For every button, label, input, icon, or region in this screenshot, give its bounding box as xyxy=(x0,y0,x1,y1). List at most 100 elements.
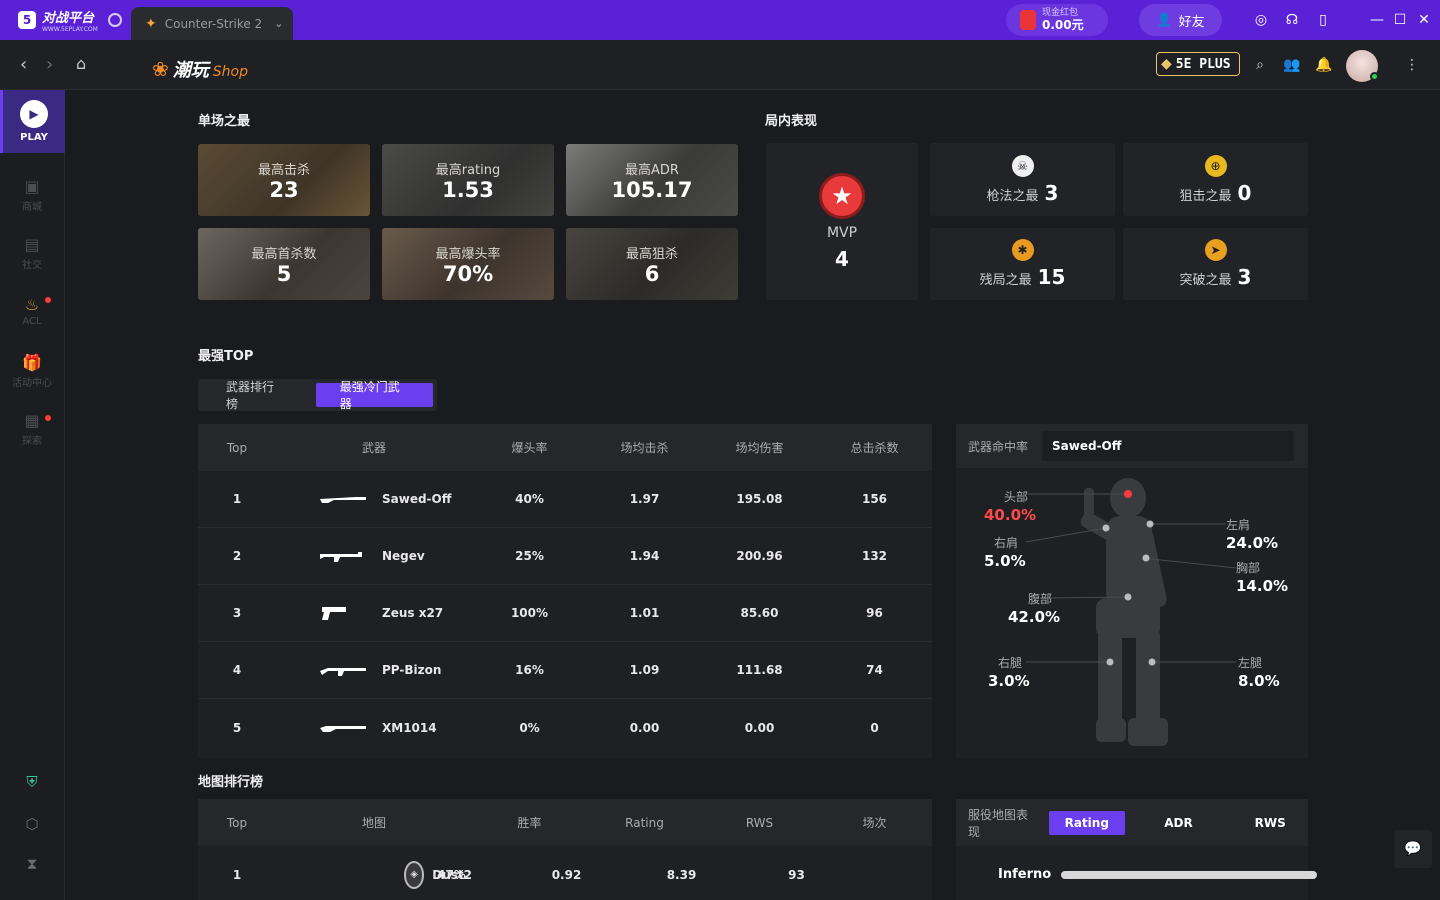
stat-label: 最高狙杀 xyxy=(625,246,678,262)
red-packet-button[interactable]: 现金红包 0.00元 xyxy=(1006,4,1108,36)
weapon-cell: PP-Bizon xyxy=(276,663,472,677)
skull-icon: ☠ xyxy=(1011,154,1034,177)
dmg-cell: 111.68 xyxy=(736,663,783,677)
head-label: 头部 xyxy=(1004,490,1029,504)
weapon-cell: Sawed-Off xyxy=(276,492,472,506)
stat-label: 最高首杀数 xyxy=(251,246,317,262)
right-shoulder-value: 5.0% xyxy=(984,552,1026,570)
phone-icon[interactable]: ▯ xyxy=(1313,10,1333,30)
plus-badge[interactable]: ◆ 5E PLUS xyxy=(1156,52,1240,76)
diamond-icon: ◆ xyxy=(1161,56,1172,72)
table-header: Top 武器 爆头率 场均击杀 场均伤害 总击杀数 xyxy=(198,424,932,471)
logo-mark-icon: 5 xyxy=(18,11,36,29)
map-perf-panel: 服役地图表现 Rating ADR RWS Inferno xyxy=(956,799,1318,900)
perf-value: 15 xyxy=(1037,265,1066,289)
contacts-icon[interactable]: 👥 xyxy=(1283,56,1301,74)
table-row[interactable]: 5 XM1014 0% 0.00 0.00 0 xyxy=(198,699,932,756)
app-logo[interactable]: 5 对战平台 WWW.5EPLAY.COM xyxy=(0,7,130,33)
maximize-icon[interactable]: ☐ xyxy=(1390,10,1410,30)
kills-cell: 96 xyxy=(866,606,883,620)
table-row[interactable]: 1 ◈ Dust2 47% 0.92 8.39 93 xyxy=(198,846,932,900)
shield-icon[interactable]: ⛨ xyxy=(22,772,42,792)
close-icon[interactable]: ✕ xyxy=(1414,10,1434,30)
sidebar-item-social[interactable]: ▤ 社交 xyxy=(0,228,64,278)
sidebar-item-events[interactable]: 🎁 活动中心 xyxy=(0,346,64,396)
chest-value: 14.0% xyxy=(1236,577,1289,595)
chat-bubble-icon[interactable]: 💬 xyxy=(1394,830,1432,868)
table-row[interactable]: 3 Zeus x27 100% 1.01 85.60 96 xyxy=(198,585,932,642)
kpg-cell: 0.00 xyxy=(629,720,660,735)
stat-value: 70% xyxy=(442,261,494,286)
kpg-cell: 1.94 xyxy=(629,549,660,563)
mvp-card: ★ MVP 4 xyxy=(766,143,918,300)
kpg-cell: 1.97 xyxy=(629,492,660,506)
home-icon[interactable]: ⌂ xyxy=(76,54,86,73)
table-row[interactable]: 2 Negev 25% 1.94 200.96 132 xyxy=(198,528,932,585)
kills-cell: 74 xyxy=(866,663,883,677)
table-row[interactable]: 1 Sawed-Off 40% 1.97 195.08 156 xyxy=(198,471,932,528)
bell-icon[interactable]: 🔔 xyxy=(1315,56,1333,74)
col-header: 胜率 xyxy=(517,816,542,830)
hourglass-icon[interactable]: ⧗ xyxy=(22,854,42,874)
dmg-cell: 195.08 xyxy=(736,492,783,506)
machine-gun-icon xyxy=(320,551,368,562)
sidebar-item-acl[interactable]: ♨ ACL xyxy=(0,286,64,336)
stat-label: 最高rating xyxy=(435,162,501,178)
hs-cell: 16% xyxy=(515,663,544,677)
stat-tile: 最高首杀数 5 xyxy=(198,228,370,300)
section-title-single-best: 单场之最 xyxy=(198,114,251,129)
red-envelope-icon xyxy=(1020,10,1036,30)
stat-value: 5 xyxy=(276,261,292,286)
segment-rating[interactable]: Rating xyxy=(1048,810,1125,835)
map-perf-name: Inferno xyxy=(998,867,1052,882)
shop-brand-sub: Shop xyxy=(212,64,248,80)
rank-cell: 5 xyxy=(232,720,242,735)
segment-adr[interactable]: ADR xyxy=(1141,811,1217,835)
sidebar-item-explore[interactable]: ▦ 探索 xyxy=(0,404,64,454)
settings-ring-icon[interactable] xyxy=(107,13,122,27)
logo-sub: WWW.5EPLAY.COM xyxy=(42,26,98,33)
weapon-name: Negev xyxy=(382,549,425,563)
minimize-icon[interactable]: — xyxy=(1367,10,1387,30)
stat-tile: 最高ADR 105.17 xyxy=(566,144,738,216)
sidebar-item-play[interactable]: ▶ PLAY xyxy=(0,90,65,153)
perf-label: 残局之最 xyxy=(979,273,1032,288)
shop-brand[interactable]: ❀ 潮玩 Shop xyxy=(152,56,248,82)
hexagon-icon[interactable]: ⬡ xyxy=(22,814,42,834)
table-header: Top 地图 胜率 Rating RWS 场次 xyxy=(198,799,932,846)
tab-weapon-rank[interactable]: 武器排行榜 xyxy=(202,380,308,411)
col-header: 爆头率 xyxy=(511,441,548,455)
search-icon[interactable]: ⌕ xyxy=(1251,56,1269,74)
hit-rate-header: 武器命中率 Sawed-Off xyxy=(956,424,1308,468)
weapon-select[interactable]: Sawed-Off xyxy=(1042,431,1295,461)
play-icon: ▶ xyxy=(20,100,48,128)
chevron-down-icon: ⌄ xyxy=(274,17,284,30)
star-icon: ★ xyxy=(819,172,865,219)
perf-value: 3 xyxy=(1237,265,1252,289)
acl-icon: ♨ xyxy=(24,295,40,314)
friends-button[interactable]: 👤 好友 xyxy=(1139,4,1222,36)
stat-value: 1.53 xyxy=(442,177,494,202)
grid-icon: ▦ xyxy=(24,411,40,430)
weapon-cell: Negev xyxy=(276,549,472,563)
tab-niche-weapons[interactable]: 最强冷门武器 xyxy=(315,380,433,411)
table-row[interactable]: 4 PP-Bizon 16% 1.09 111.68 74 xyxy=(198,642,932,699)
game-tab[interactable]: ✦ Counter-Strike 2 ⌄ xyxy=(131,7,293,40)
weapon-name: PP-Bizon xyxy=(382,663,442,677)
support-icon[interactable]: ☊ xyxy=(1282,10,1302,30)
col-header: Rating xyxy=(625,815,664,830)
target-icon[interactable]: ◎ xyxy=(1251,10,1271,30)
stat-tile: 最高爆头率 70% xyxy=(382,228,554,300)
rank-cell: 1 xyxy=(232,492,242,506)
stat-tile: 最高击杀 23 xyxy=(198,144,370,216)
friends-label: 好友 xyxy=(1178,14,1205,30)
more-icon[interactable]: ⋮ xyxy=(1403,56,1421,74)
segment-rws[interactable]: RWS xyxy=(1232,811,1308,835)
sidebar: ▶ PLAY ▣ 商城 ▤ 社交 ♨ ACL 🎁 活动中心 ▦ 探索 ⛨ ⬡ ⧗ xyxy=(0,90,65,900)
bag-icon: ▣ xyxy=(24,177,40,196)
sidebar-item-shop[interactable]: ▣ 商城 xyxy=(0,170,64,220)
sidebar-item-label: 社交 xyxy=(22,260,42,271)
forward-arrow-icon[interactable]: › xyxy=(46,54,53,75)
back-arrow-icon[interactable]: ‹ xyxy=(20,54,27,75)
rank-cell: 1 xyxy=(232,867,242,882)
